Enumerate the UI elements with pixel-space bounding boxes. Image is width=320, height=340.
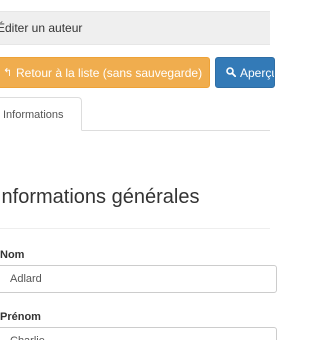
back-to-list-label: Retour à la liste (sans sauvegarde) — [16, 66, 203, 80]
section-divider — [0, 228, 270, 229]
section-title: Informations générales — [0, 186, 200, 208]
page-title: Éditer un auteur — [0, 21, 83, 35]
nom-label: Nom — [0, 249, 25, 261]
nom-field[interactable] — [0, 265, 277, 293]
preview-button[interactable]: Aperçu — [215, 57, 275, 88]
back-to-list-button[interactable]: ↰ Retour à la liste (sans sauvegarde) — [0, 57, 210, 88]
preview-label: Aperçu — [240, 66, 275, 80]
page-header: Éditer un auteur — [0, 11, 270, 45]
reply-arrow-icon: ↰ — [3, 67, 13, 79]
tab-informations[interactable]: Informations — [0, 97, 82, 131]
search-icon — [226, 58, 237, 87]
tab-label: Informations — [3, 109, 64, 121]
prenom-field[interactable] — [0, 327, 277, 340]
prenom-label: Prénom — [0, 311, 41, 323]
